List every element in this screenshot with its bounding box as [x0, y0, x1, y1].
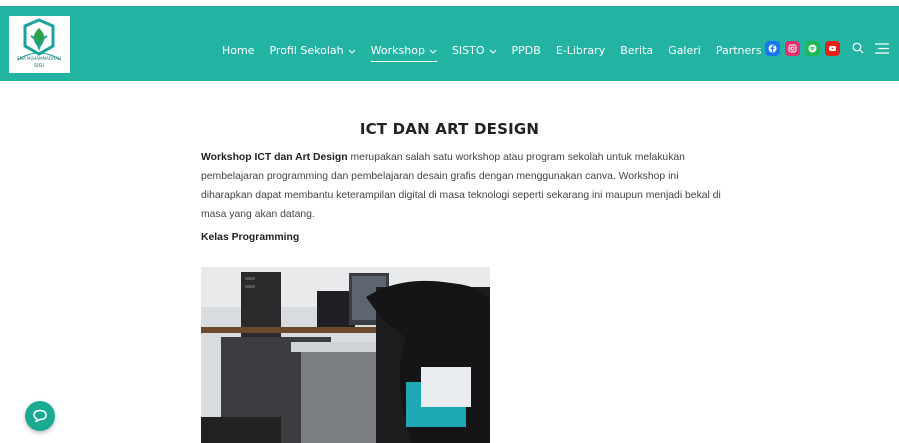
nav-profil-sekolah[interactable]: Profil Sekolah [269, 43, 356, 57]
article-photo [201, 267, 490, 443]
youtube-icon[interactable] [825, 41, 840, 56]
chevron-down-icon [348, 44, 356, 57]
site-header: SMA MUHAMMADIYAH SIGI Home Profil Sekola… [0, 6, 899, 81]
facebook-icon[interactable] [765, 41, 780, 56]
nav-e-library-label: E-Library [555, 43, 606, 57]
page-title: ICT DAN ART DESIGN [359, 120, 540, 139]
nav-e-library[interactable]: E-Library [556, 44, 605, 57]
search-icon[interactable] [849, 39, 867, 57]
chat-icon [33, 409, 47, 423]
section-heading: Kelas Programming [201, 232, 300, 243]
intro-bold-text: Workshop ICT dan Art Design [201, 152, 348, 163]
chevron-down-icon [489, 44, 497, 57]
nav-profil-sekolah-label: Profil Sekolah [269, 43, 344, 57]
logo-text-bottom: SIGI [34, 63, 44, 69]
nav-galeri[interactable]: Galeri [668, 44, 701, 57]
chevron-down-icon [429, 44, 437, 57]
spotify-icon[interactable] [805, 41, 820, 56]
nav-partners-label: Partners [715, 43, 762, 57]
nav-galeri-label: Galeri [668, 43, 701, 57]
instagram-icon[interactable] [785, 41, 800, 56]
nav-berita-label: Berita [620, 43, 654, 57]
nav-workshop-label: Workshop [370, 43, 425, 57]
site-logo[interactable]: SMA MUHAMMADIYAH SIGI [9, 16, 70, 73]
main-nav: Home Profil Sekolah Workshop SISTO PPDB … [222, 40, 789, 62]
chat-button[interactable] [25, 401, 55, 431]
nav-workshop[interactable]: Workshop [370, 43, 438, 62]
article-intro: Workshop ICT dan Art Design merupakan sa… [201, 148, 721, 224]
nav-ppdb-label: PPDB [511, 43, 541, 57]
nav-home-label: Home [222, 43, 255, 57]
nav-sisto[interactable]: SISTO [452, 44, 497, 57]
logo-text-top: SMA MUHAMMADIYAH [17, 56, 61, 61]
nav-berita[interactable]: Berita [620, 44, 653, 57]
logo-emblem-icon: SMA MUHAMMADIYAH SIGI [16, 18, 62, 69]
nav-home[interactable]: Home [222, 44, 254, 57]
nav-sisto-label: SISTO [451, 43, 485, 57]
menu-icon[interactable] [873, 39, 891, 57]
nav-ppdb[interactable]: PPDB [512, 44, 541, 57]
